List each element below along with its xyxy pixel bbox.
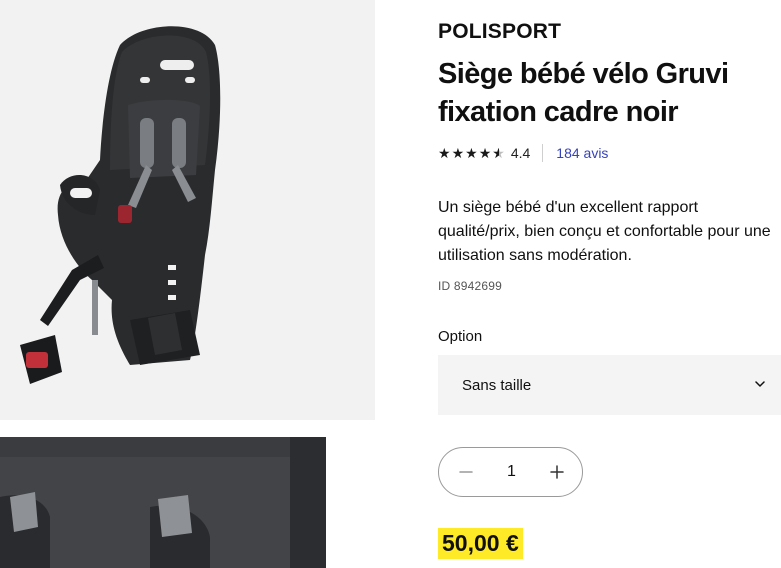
product-info: POLISPORT Siège bébé vélo Gruvi fixation…: [438, 0, 781, 568]
rating-divider: [542, 144, 544, 162]
option-select[interactable]: Sans taille: [438, 355, 781, 415]
minus-icon: [459, 471, 473, 473]
star-icon: ★: [451, 145, 465, 161]
rating-value: 4.4: [510, 145, 531, 161]
option-selected-value: Sans taille: [462, 376, 532, 394]
product-image-thumbnail[interactable]: [0, 437, 326, 568]
bike-seat-illustration: [20, 26, 221, 384]
decrease-quantity-button[interactable]: [455, 461, 477, 483]
product-gallery: [0, 0, 375, 568]
plus-icon: [550, 465, 564, 479]
star-icon: ★: [465, 145, 478, 161]
rating-summary[interactable]: ★ ★ ★ ★ ★★ 4.4 184 avis: [438, 143, 608, 163]
quantity-value[interactable]: 1: [507, 463, 516, 481]
product-reference: ID 8942699: [438, 279, 503, 293]
product-image-main[interactable]: [0, 0, 375, 420]
quantity-stepper: 1: [438, 447, 583, 497]
star-icon: ★: [438, 145, 451, 161]
reviews-link[interactable]: 184 avis: [556, 145, 608, 161]
option-label: Option: [438, 328, 483, 345]
chevron-down-icon: [755, 381, 765, 387]
product-price: 50,00 €: [438, 528, 523, 559]
brand-name[interactable]: POLISPORT: [438, 20, 561, 44]
increase-quantity-button[interactable]: [546, 461, 568, 483]
seat-closeup-illustration: [0, 437, 326, 568]
star-icon: ★: [478, 145, 492, 161]
product-title: Siège bébé vélo Gruvi fixation cadre noi…: [438, 58, 729, 128]
rating-stars: ★ ★ ★ ★ ★★: [438, 146, 505, 160]
star-half-icon: ★★: [492, 145, 505, 161]
product-description: Un siège bébé d'un excellent rapport qua…: [438, 199, 771, 264]
